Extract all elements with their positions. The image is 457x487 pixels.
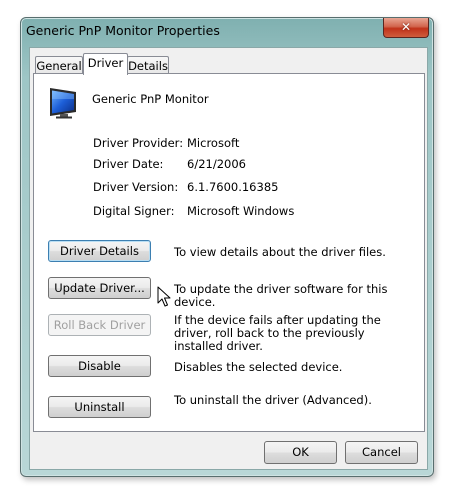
disable-description: Disables the selected device. <box>174 360 343 374</box>
roll-back-driver-button[interactable]: Roll Back Driver <box>48 314 151 336</box>
uninstall-button[interactable]: Uninstall <box>48 396 151 418</box>
driver-details-description: To view details about the driver files. <box>174 245 386 259</box>
tab-driver-label: Driver <box>87 56 124 70</box>
driver-provider-label: Driver Provider: <box>93 136 184 150</box>
digital-signer-value: Microsoft Windows <box>187 204 295 218</box>
tab-general-label: General <box>36 59 82 73</box>
close-button[interactable]: ✕ <box>383 18 429 38</box>
window-title: Generic PnP Monitor Properties <box>26 23 220 38</box>
tab-driver[interactable]: Driver <box>83 53 128 75</box>
driver-date-label: Driver Date: <box>93 157 164 171</box>
roll-back-driver-description: If the device fails after updating the d… <box>174 313 381 353</box>
ok-button[interactable]: OK <box>264 441 337 464</box>
disable-button[interactable]: Disable <box>48 355 151 377</box>
tab-details-label: Details <box>128 59 168 73</box>
driver-version-label: Driver Version: <box>93 180 179 194</box>
device-name: Generic PnP Monitor <box>92 92 209 106</box>
mouse-cursor-icon <box>157 286 171 307</box>
driver-provider-value: Microsoft <box>187 136 240 150</box>
update-driver-button[interactable]: Update Driver... <box>48 277 151 299</box>
driver-date-value: 6/21/2006 <box>187 157 246 171</box>
uninstall-description: To uninstall the driver (Advanced). <box>174 393 372 407</box>
driver-version-value: 6.1.7600.16385 <box>187 180 279 194</box>
cancel-button[interactable]: Cancel <box>345 441 418 464</box>
digital-signer-label: Digital Signer: <box>93 204 175 218</box>
update-driver-description: To update the driver software for this d… <box>174 282 388 309</box>
driver-details-button[interactable]: Driver Details <box>48 240 151 262</box>
monitor-icon <box>50 88 76 119</box>
